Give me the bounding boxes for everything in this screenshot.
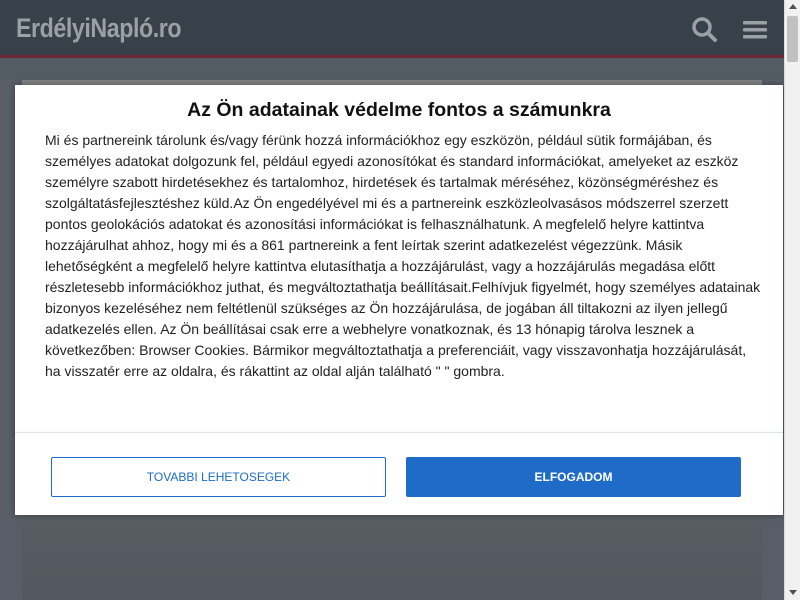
accept-button[interactable]: ELFOGADOM	[406, 457, 741, 497]
consent-divider	[15, 432, 783, 433]
consent-text: Mi és partnereink tárolunk és/vagy férün…	[45, 132, 761, 379]
consent-title: Az Ön adatainak védelme fontos a számunk…	[187, 99, 611, 121]
more-options-button[interactable]: TOVABBI LEHETOSEGEK	[51, 457, 386, 497]
consent-dialog: Az Ön adatainak védelme fontos a számunk…	[15, 85, 783, 515]
scroll-up-arrow-icon[interactable]	[789, 4, 797, 9]
page-scrollbar[interactable]	[784, 0, 800, 600]
scroll-thumb[interactable]	[787, 16, 798, 62]
scroll-down-arrow-icon[interactable]	[789, 590, 797, 595]
